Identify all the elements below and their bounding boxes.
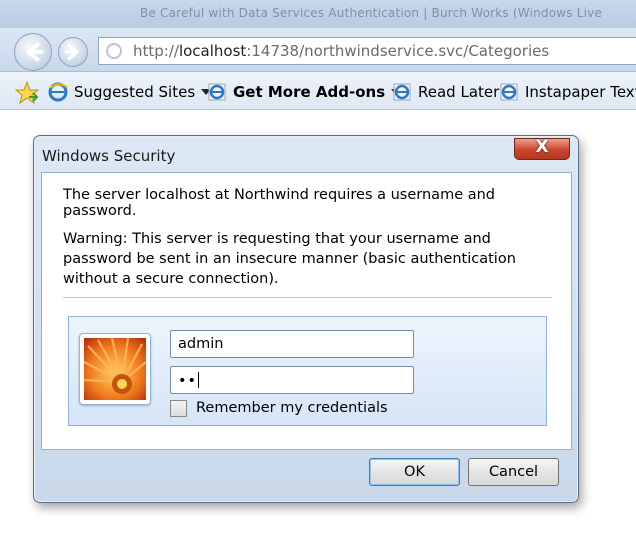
favorite-read-later[interactable]: Read Later (392, 80, 499, 104)
favorite-suggested-sites[interactable]: Suggested Sites (48, 80, 212, 104)
username-field[interactable]: admin (170, 330, 414, 358)
address-host: localhost (178, 42, 247, 60)
flower-avatar-icon (84, 338, 146, 400)
text-caret (198, 372, 200, 388)
navigation-bar: http://localhost:14738/northwindservice.… (0, 28, 636, 72)
address-path: :14738/northwindservice.svc/Categories (246, 42, 550, 60)
address-text[interactable]: http://localhost:14738/northwindservice.… (133, 42, 549, 60)
back-arrow-icon (26, 42, 44, 62)
dialog-content: The server localhost at Northwind requir… (41, 172, 572, 450)
password-field[interactable]: •• (170, 366, 414, 394)
page-loading-icon (106, 43, 122, 59)
remember-credentials-checkbox[interactable] (170, 400, 187, 417)
close-button[interactable]: X (514, 137, 570, 160)
remember-credentials-label[interactable]: Remember my credentials (196, 400, 388, 416)
favorites-bar: Suggested Sites Get More Add-ons Read La… (0, 72, 636, 110)
address-bar[interactable]: http://localhost:14738/northwindservice.… (98, 37, 636, 65)
forward-arrow-icon (64, 43, 79, 61)
dialog-title: Windows Security (42, 147, 176, 165)
ie-icon (500, 83, 518, 101)
address-scheme: http:// (133, 42, 179, 60)
favorite-instapaper-text[interactable]: Instapaper Text (499, 80, 636, 104)
browser-title-bar: Be Careful with Data Services Authentica… (0, 0, 636, 28)
browser-tab-title: Be Careful with Data Services Authentica… (140, 6, 603, 20)
ie-icon (393, 83, 411, 101)
favorites-star-icon[interactable] (14, 80, 40, 106)
back-button[interactable] (14, 33, 52, 71)
favorite-label: Suggested Sites (74, 83, 196, 101)
windows-security-dialog: Windows Security X The server localhost … (33, 135, 579, 503)
close-icon: X (535, 137, 549, 157)
security-warning: Warning: This server is requesting that … (63, 231, 516, 287)
divider (63, 297, 552, 298)
favorite-label: Get More Add-ons (233, 83, 386, 101)
favorite-get-more-addons[interactable]: Get More Add-ons (207, 80, 402, 104)
server-message: The server localhost at Northwind requir… (63, 187, 495, 219)
user-avatar (79, 333, 151, 405)
ie-icon (208, 83, 226, 101)
favorite-label: Read Later (418, 83, 500, 101)
cancel-button[interactable]: Cancel (468, 458, 559, 486)
ok-button[interactable]: OK (369, 458, 460, 486)
favorite-label: Instapaper Text (525, 83, 636, 101)
forward-button[interactable] (58, 37, 88, 67)
ie-icon (48, 82, 68, 102)
password-dots: •• (178, 373, 198, 389)
credential-panel: admin •• Remember my credentials (68, 316, 547, 426)
